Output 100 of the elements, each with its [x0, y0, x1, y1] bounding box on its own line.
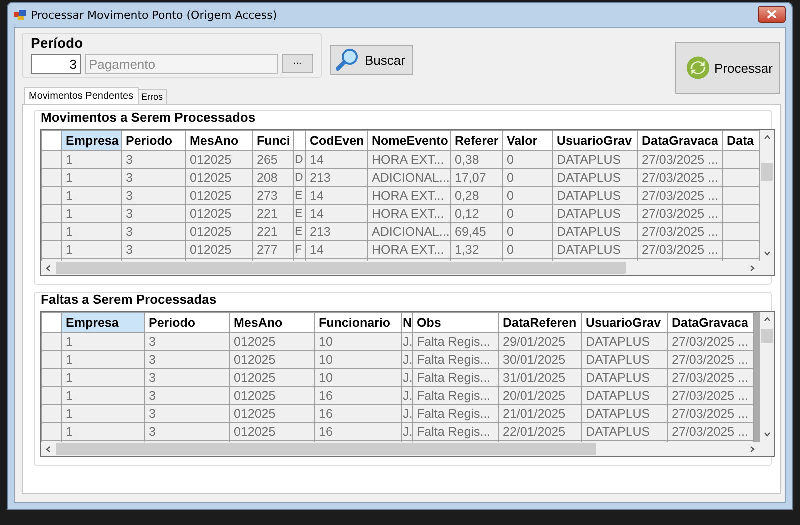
table-cell: 3 — [122, 150, 186, 168]
process-button[interactable]: Processar — [675, 42, 780, 94]
column-header[interactable]: MesAno — [186, 130, 252, 150]
column-header[interactable]: CodEven — [306, 130, 368, 150]
close-icon — [767, 10, 777, 18]
table-cell: 22/01/2025 — [498, 422, 582, 440]
column-header[interactable]: UsuarioGrav — [582, 312, 668, 332]
scroll-thumb[interactable] — [56, 262, 626, 274]
table-cell: 10 — [314, 368, 402, 386]
table-cell: 213 — [306, 168, 368, 186]
table-cell: 0,38 — [450, 150, 502, 168]
column-header[interactable]: Empresa — [62, 312, 144, 332]
scroll-down-icon[interactable] — [764, 250, 770, 257]
table-cell: DATAPLUS — [582, 422, 668, 440]
scroll-up-icon[interactable] — [764, 134, 770, 141]
search-button[interactable]: Buscar — [330, 45, 413, 75]
column-header[interactable]: Empresa — [62, 130, 122, 150]
table-cell: 0,28 — [450, 186, 502, 204]
column-header[interactable]: Valor — [502, 130, 552, 150]
column-header[interactable]: Referer — [450, 130, 502, 150]
table-cell: 14 — [306, 186, 368, 204]
table-cell: 27/03/2025 ... — [638, 222, 722, 240]
table-cell: 1 — [62, 150, 122, 168]
table-cell: 012025 — [186, 168, 252, 186]
scroll-down-icon[interactable] — [764, 431, 770, 438]
column-header[interactable]: Funci — [252, 130, 294, 150]
table-cell: 0 — [502, 186, 552, 204]
column-header[interactable] — [294, 130, 306, 150]
column-header[interactable]: Obs — [412, 312, 498, 332]
table-cell: 14 — [306, 204, 368, 222]
table-cell: 14 — [306, 240, 368, 258]
table-cell: 3 — [122, 240, 186, 258]
table-cell: 273 — [252, 186, 294, 204]
vertical-scrollbar[interactable] — [760, 130, 774, 261]
table-cell: HORA EXT... — [368, 204, 450, 222]
column-header[interactable]: MesAno — [230, 312, 314, 332]
table-cell: 265 — [252, 150, 294, 168]
column-header[interactable]: Periodo — [144, 312, 230, 332]
table-cell: DATAPLUS — [552, 240, 638, 258]
table-cell: 0 — [502, 240, 552, 258]
scroll-left-icon[interactable] — [45, 264, 52, 272]
group-title: Faltas a Serem Processadas — [41, 292, 218, 307]
table-cell: 1 — [62, 332, 144, 350]
scroll-thumb[interactable] — [56, 443, 596, 455]
table-cell: 012025 — [230, 422, 314, 440]
table-cell: 277 — [252, 240, 294, 258]
column-header[interactable]: DataGravaca — [638, 130, 722, 150]
table-cell: 012025 — [186, 204, 252, 222]
table-cell: 1 — [62, 204, 122, 222]
table-cell: 1 — [62, 240, 122, 258]
table-cell: 3 — [144, 386, 230, 404]
table-cell: 16 — [314, 404, 402, 422]
column-header[interactable]: Funcionario — [314, 312, 402, 332]
scroll-right-icon[interactable] — [749, 264, 756, 272]
table-cell: 27/03/2025 ... — [638, 150, 722, 168]
column-header[interactable]: NomeEvento — [368, 130, 450, 150]
table-cell: 012025 — [230, 332, 314, 350]
table-cell: 3 — [144, 404, 230, 422]
table-cell: 3 — [122, 204, 186, 222]
scroll-left-icon[interactable] — [45, 446, 52, 452]
column-header[interactable]: DataReferen — [498, 312, 582, 332]
tab[interactable]: Erros — [138, 89, 168, 104]
table-cell: 69,45 — [450, 222, 502, 240]
table-cell: 27/03/2025 ... — [638, 240, 722, 258]
table-cell: DATAPLUS — [582, 404, 668, 422]
table-cell: DATAPLUS — [582, 332, 668, 350]
table-cell: 1 — [62, 186, 122, 204]
table-cell: 0 — [502, 168, 552, 186]
table-cell: 012025 — [186, 150, 252, 168]
column-header[interactable]: DataGravaca — [668, 312, 754, 332]
scroll-up-icon[interactable] — [764, 316, 770, 323]
table-cell: Falta Regis... — [412, 422, 498, 440]
period-number-field[interactable]: 3 — [31, 54, 81, 74]
column-header[interactable]: Periodo — [122, 130, 186, 150]
table-cell: 21/01/2025 — [498, 404, 582, 422]
column-header[interactable]: Data — [722, 130, 760, 150]
table-cell: Falta Regis... — [412, 350, 498, 368]
table-cell: HORA EXT... — [368, 186, 450, 204]
table-cell: ADICIONAL... — [368, 222, 450, 240]
vertical-scrollbar[interactable] — [760, 312, 774, 442]
table-cell: 1,32 — [450, 240, 502, 258]
column-header[interactable]: UsuarioGrav — [552, 130, 638, 150]
table-cell: 30/01/2025 — [498, 350, 582, 368]
table-cell: 3 — [144, 332, 230, 350]
table-cell: 10 — [314, 350, 402, 368]
column-header[interactable]: N — [402, 312, 412, 332]
period-label: Período — [31, 35, 84, 52]
scroll-thumb[interactable] — [761, 163, 773, 181]
table-cell: 10 — [314, 332, 402, 350]
table-cell: 0,12 — [450, 204, 502, 222]
scroll-right-icon[interactable] — [749, 446, 756, 452]
lookup-button[interactable]: ... — [282, 54, 313, 73]
table-cell: 20/01/2025 — [498, 386, 582, 404]
scroll-thumb[interactable] — [761, 329, 773, 343]
tab[interactable]: Movimentos Pendentes — [24, 87, 139, 104]
table-cell: 3 — [144, 350, 230, 368]
table-cell: 27/03/2025 ... — [638, 204, 722, 222]
table-cell: 27/03/2025 ... — [668, 386, 754, 404]
table-cell: ADICIONAL... — [368, 168, 450, 186]
close-button[interactable] — [758, 6, 786, 22]
